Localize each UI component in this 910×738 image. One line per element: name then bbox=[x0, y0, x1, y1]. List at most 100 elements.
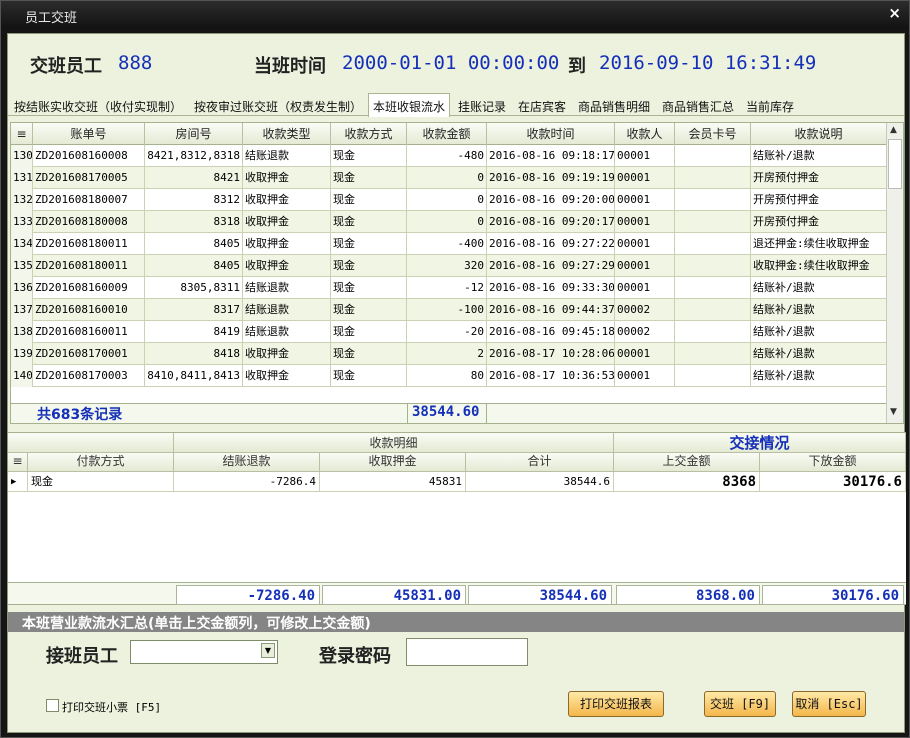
table-cell: 8305,8311 bbox=[145, 277, 243, 299]
table-row[interactable]: 134 ZD201608180011 8405 收取押金 现金 -400 2016-08-1… bbox=[11, 233, 887, 255]
table-cell: 00001 bbox=[615, 189, 675, 211]
table-row[interactable]: 139 ZD201608170001 8418 收取押金 现金 2 2016-08-17 1… bbox=[11, 343, 887, 365]
row-number: 138 bbox=[11, 321, 33, 343]
table-row[interactable]: 135 ZD201608180011 8405 收取押金 现金 320 2016-08-16… bbox=[11, 255, 887, 277]
tab-accrual-basis[interactable]: 按夜审过账交班（权责发生制） bbox=[194, 95, 362, 116]
table-row[interactable]: 140 ZD201608170003 8410,8411,8413 收取押金 现金 80 2… bbox=[11, 365, 887, 387]
row-number: 139 bbox=[11, 343, 33, 365]
row-number: 132 bbox=[11, 189, 33, 211]
table-cell: 2016-08-16 09:45:18 bbox=[487, 321, 615, 343]
table-cell: 结账补/退款 bbox=[751, 365, 887, 387]
table-cell: 2016-08-16 09:27:22 bbox=[487, 233, 615, 255]
tab-cash-basis[interactable]: 按结账实收交班（收付实现制） bbox=[14, 95, 182, 116]
cell-handed-amount[interactable]: 8368 bbox=[614, 472, 760, 492]
table-cell bbox=[675, 233, 751, 255]
password-input[interactable] bbox=[406, 638, 528, 666]
table-cell: 现金 bbox=[331, 277, 407, 299]
table-cell: 结账补/退款 bbox=[751, 277, 887, 299]
handover-button[interactable]: 交班 [F9] bbox=[704, 691, 776, 717]
col-remark[interactable]: 收款说明 bbox=[751, 123, 887, 145]
table-cell: -480 bbox=[407, 145, 487, 167]
table-cell bbox=[675, 211, 751, 233]
col-amount[interactable]: 收款金额 bbox=[407, 123, 487, 145]
tab-in-house-guests[interactable]: 在店宾客 bbox=[518, 95, 566, 116]
table-cell bbox=[675, 255, 751, 277]
table-cell: 2016-08-16 09:33:30 bbox=[487, 277, 615, 299]
col-room-no[interactable]: 房间号 bbox=[145, 123, 243, 145]
tab-bar: 按结账实收交班（收付实现制） 按夜审过账交班（权责发生制） 本班收银流水 挂账记… bbox=[8, 92, 904, 117]
table-cell: 2016-08-16 09:27:29 bbox=[487, 255, 615, 277]
tab-goods-sales-detail[interactable]: 商品销售明细 bbox=[578, 95, 650, 116]
total-handed: 8368.00 bbox=[616, 585, 760, 605]
scroll-up-icon[interactable]: ▲ bbox=[890, 125, 897, 135]
table-cell: 开房预付押金 bbox=[751, 167, 887, 189]
table-row[interactable]: 136 ZD201608160009 8305,8311 结账退款 现金 -12 2016-… bbox=[11, 277, 887, 299]
table-cell: 结账退款 bbox=[243, 277, 331, 299]
col-bill-no[interactable]: 账单号 bbox=[33, 123, 145, 145]
total-checkout-refund: -7286.40 bbox=[176, 585, 320, 605]
col-checkout-refund: 结账退款 bbox=[174, 453, 320, 472]
table-cell: 8421 bbox=[145, 167, 243, 189]
receiver-select[interactable]: ▼ bbox=[130, 640, 278, 664]
receiver-label: 接班员工 bbox=[46, 646, 118, 667]
col-cashier[interactable]: 收款人 bbox=[615, 123, 675, 145]
scroll-thumb[interactable] bbox=[888, 139, 902, 189]
rows-menu-icon-2[interactable]: ≡ bbox=[8, 453, 28, 472]
tab-cashier-flow[interactable]: 本班收银流水 bbox=[368, 93, 451, 117]
cell-retained-amount: 30176.6 bbox=[760, 472, 906, 492]
table-cell: 现金 bbox=[331, 145, 407, 167]
col-deposit: 收取押金 bbox=[320, 453, 466, 472]
table-row[interactable]: 137 ZD201608160010 8317 结账退款 现金 -100 2016-08-1… bbox=[11, 299, 887, 321]
table-row[interactable]: 133 ZD201608180008 8318 收取押金 现金 0 2016-08-16 0… bbox=[11, 211, 887, 233]
table-cell: ZD201608180011 bbox=[33, 233, 145, 255]
tab-current-stock[interactable]: 当前库存 bbox=[746, 95, 794, 116]
total-sum: 38544.60 bbox=[468, 585, 612, 605]
table-cell: 结账补/退款 bbox=[751, 343, 887, 365]
cell-pay-method: 现金 bbox=[28, 472, 174, 492]
row-number: 140 bbox=[11, 365, 33, 387]
table-cell: 现金 bbox=[331, 167, 407, 189]
table-cell: 0 bbox=[407, 211, 487, 233]
tab-goods-sales-summary[interactable]: 商品销售汇总 bbox=[662, 95, 734, 116]
table-cell: 现金 bbox=[331, 299, 407, 321]
table-cell: 8419 bbox=[145, 321, 243, 343]
tab-credit-records[interactable]: 挂账记录 bbox=[458, 95, 506, 116]
cancel-button[interactable]: 取消 [Esc] bbox=[792, 691, 866, 717]
row-pointer-icon: ▶ bbox=[8, 472, 28, 492]
table-cell bbox=[675, 343, 751, 365]
close-icon[interactable]: × bbox=[888, 4, 901, 22]
time-from: 2000-01-01 00:00:00 bbox=[342, 52, 560, 74]
time-to-label: 到 bbox=[568, 56, 586, 77]
col-pay-type[interactable]: 收款类型 bbox=[243, 123, 331, 145]
table-cell: 结账退款 bbox=[243, 145, 331, 167]
table-cell: 收取押金 bbox=[243, 189, 331, 211]
table-row[interactable]: 138 ZD201608160011 8419 结账退款 现金 -20 2016-08-16… bbox=[11, 321, 887, 343]
col-pay-method[interactable]: 收款方式 bbox=[331, 123, 407, 145]
table-row[interactable]: 131 ZD201608170005 8421 收取押金 现金 0 2016-08-16 0… bbox=[11, 167, 887, 189]
col-member-card[interactable]: 会员卡号 bbox=[675, 123, 751, 145]
table-cell: 80 bbox=[407, 365, 487, 387]
table-cell: 开房预付押金 bbox=[751, 211, 887, 233]
col-retained-amount: 下放金额 bbox=[760, 453, 906, 472]
table-cell: 8410,8411,8413 bbox=[145, 365, 243, 387]
table-cell: 2016-08-16 09:19:19 bbox=[487, 167, 615, 189]
blank-group-header bbox=[8, 433, 174, 453]
table-cell: 结账退款 bbox=[243, 321, 331, 343]
scroll-down-icon[interactable]: ▼ bbox=[890, 407, 897, 417]
table-cell: 收取押金 bbox=[243, 343, 331, 365]
col-pay-time[interactable]: 收款时间 bbox=[487, 123, 615, 145]
chevron-down-icon[interactable]: ▼ bbox=[261, 643, 275, 658]
table-row[interactable]: 130 ZD201608160008 8421,8312,8318 结账退款 现金 -48… bbox=[11, 145, 887, 167]
rows-menu-icon[interactable]: ≡ bbox=[11, 123, 33, 145]
table-row[interactable]: 132 ZD201608180007 8312 收取押金 现金 0 2016-08-16 0… bbox=[11, 189, 887, 211]
handover-group-header: 交接情况 bbox=[614, 433, 906, 453]
table-cell: -20 bbox=[407, 321, 487, 343]
vertical-scrollbar[interactable]: ▲ ▼ bbox=[886, 123, 903, 423]
handover-window: 员工交班 × 交班员工 888 当班时间 2000-01-01 00:00:00… bbox=[0, 0, 910, 738]
dialog-body: 交班员工 888 当班时间 2000-01-01 00:00:00 到 2016… bbox=[7, 33, 906, 733]
table-footer: 共683条记录 38544.60 bbox=[11, 403, 887, 423]
table-cell: 现金 bbox=[331, 189, 407, 211]
table-cell: 2 bbox=[407, 343, 487, 365]
print-ticket-checkbox[interactable] bbox=[46, 699, 59, 712]
print-report-button[interactable]: 打印交班报表 bbox=[568, 691, 664, 717]
